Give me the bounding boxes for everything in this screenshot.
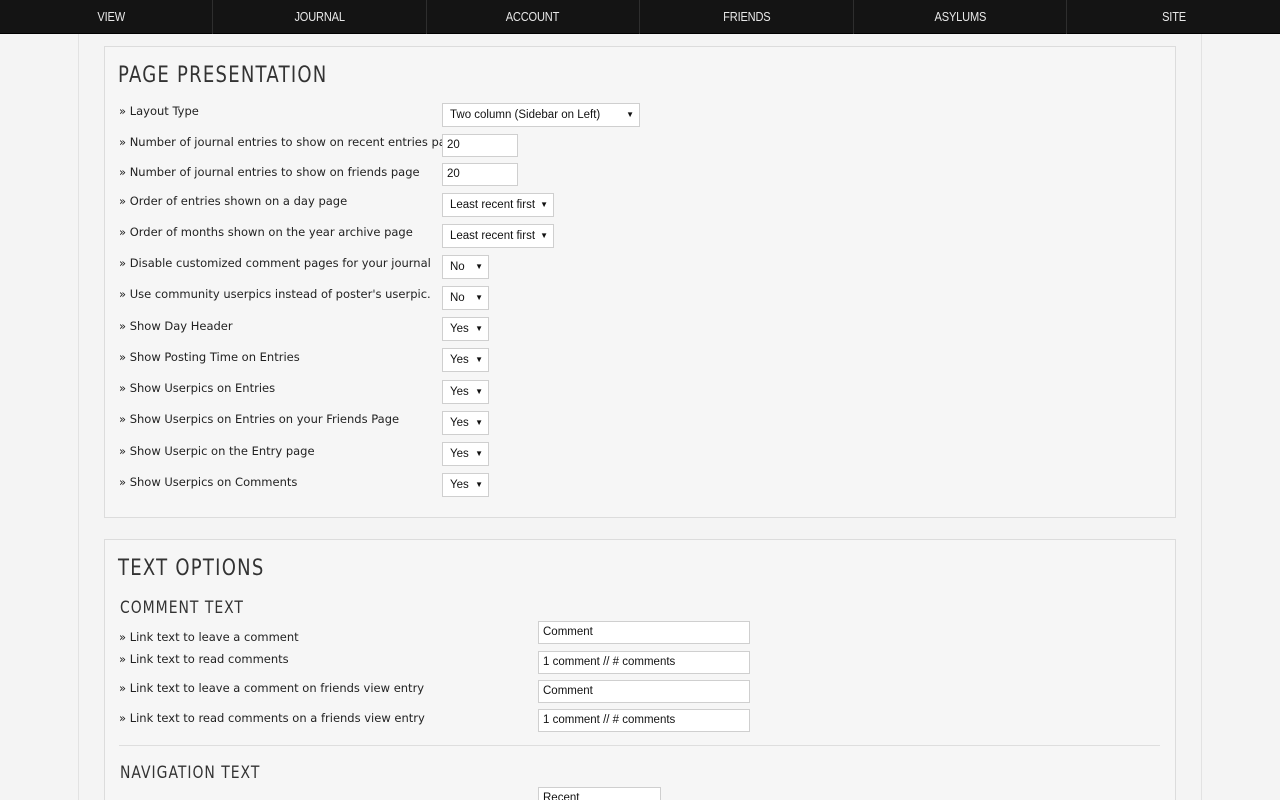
show-userpic-entry-page-value: Yes [450, 448, 469, 460]
show-day-header-value: Yes [450, 323, 469, 335]
nav-friends-label: FRIENDS [722, 9, 771, 24]
year-archive-order-value: Least recent first [450, 230, 536, 242]
show-userpic-entry-page-label: » Show Userpic on the Entry page [119, 444, 315, 458]
nav-asylums-label: ASYLUMS [934, 9, 986, 24]
nav-view[interactable]: VIEW [0, 0, 213, 34]
nav-asylums[interactable]: ASYLUMS [854, 0, 1068, 34]
show-userpics-comments-select[interactable]: Yes ▼ [442, 473, 489, 497]
chevron-down-icon: ▼ [475, 449, 483, 458]
nav-account[interactable]: ACCOUNT [427, 0, 641, 34]
nav-site-label: SITE [1161, 9, 1186, 24]
show-posting-time-value: Yes [450, 354, 469, 366]
day-order-select[interactable]: Least recent first ▼ [442, 193, 554, 217]
show-userpics-friends-value: Yes [450, 417, 469, 429]
friends-read-comments-label: » Link text to read comments on a friend… [119, 711, 425, 725]
show-day-header-label: » Show Day Header [119, 319, 233, 333]
year-archive-order-label: » Order of months shown on the year arch… [119, 225, 413, 239]
nav-friends[interactable]: FRIENDS [640, 0, 854, 34]
recent-entries-count-input[interactable]: 20 [442, 134, 518, 157]
chevron-down-icon: ▼ [540, 200, 548, 209]
nav-view-label: VIEW [97, 9, 126, 24]
show-userpics-friends-label: » Show Userpics on Entries on your Frien… [119, 412, 400, 426]
layout-type-value: Two column (Sidebar on Left) [450, 109, 601, 121]
disable-comment-pages-select[interactable]: No ▼ [442, 255, 489, 279]
chevron-down-icon: ▼ [475, 355, 483, 364]
nav-account-label: ACCOUNT [506, 9, 560, 24]
community-userpics-label: » Use community userpics instead of post… [119, 287, 431, 301]
show-userpics-entries-label: » Show Userpics on Entries [119, 381, 276, 395]
day-order-label: » Order of entries shown on a day page [119, 194, 348, 208]
nav-journal[interactable]: JOURNAL [213, 0, 427, 34]
text-options-title: TEXT OPTIONS [118, 556, 265, 581]
community-userpics-select[interactable]: No ▼ [442, 286, 489, 310]
community-userpics-value: No [450, 292, 465, 304]
friends-leave-comment-input[interactable]: Comment [538, 680, 750, 703]
chevron-down-icon: ▼ [475, 262, 483, 271]
section-divider [119, 745, 1160, 746]
layout-type-label: » Layout Type [119, 104, 199, 118]
show-userpic-entry-page-select[interactable]: Yes ▼ [442, 442, 489, 466]
page-presentation-title: PAGE PRESENTATION [118, 63, 328, 88]
leave-comment-label: » Link text to leave a comment [119, 630, 299, 644]
show-posting-time-label: » Show Posting Time on Entries [119, 350, 300, 364]
chevron-down-icon: ▼ [475, 324, 483, 333]
chevron-down-icon: ▼ [475, 480, 483, 489]
day-order-value: Least recent first [450, 199, 536, 211]
show-userpics-comments-value: Yes [450, 479, 469, 491]
show-posting-time-select[interactable]: Yes ▼ [442, 348, 489, 372]
disable-comment-pages-value: No [450, 261, 465, 273]
show-userpics-friends-select[interactable]: Yes ▼ [442, 411, 489, 435]
chevron-down-icon: ▼ [626, 110, 634, 119]
layout-type-select[interactable]: Two column (Sidebar on Left) ▼ [442, 103, 640, 127]
friends-read-comments-input[interactable]: 1 comment // # comments [538, 709, 750, 732]
read-comments-label: » Link text to read comments [119, 652, 289, 666]
comment-text-heading: COMMENT TEXT [120, 598, 244, 618]
disable-comment-pages-label: » Disable customized comment pages for y… [119, 256, 431, 270]
chevron-down-icon: ▼ [475, 387, 483, 396]
friends-entries-count-input[interactable]: 20 [442, 163, 518, 186]
show-userpics-comments-label: » Show Userpics on Comments [119, 475, 298, 489]
nav-journal-label: JOURNAL [294, 9, 345, 24]
show-userpics-entries-select[interactable]: Yes ▼ [442, 380, 489, 404]
year-archive-order-select[interactable]: Least recent first ▼ [442, 224, 554, 248]
navigation-text-heading: NAVIGATION TEXT [120, 763, 261, 783]
chevron-down-icon: ▼ [540, 231, 548, 240]
read-comments-input[interactable]: 1 comment // # comments [538, 651, 750, 674]
friends-leave-comment-label: » Link text to leave a comment on friend… [119, 681, 425, 695]
show-day-header-select[interactable]: Yes ▼ [442, 317, 489, 341]
friends-entries-count-label: » Number of journal entries to show on f… [119, 165, 420, 179]
top-navigation: VIEW JOURNAL ACCOUNT FRIENDS ASYLUMS SIT… [0, 0, 1280, 34]
recent-entries-count-label: » Number of journal entries to show on r… [119, 135, 461, 149]
show-userpics-entries-value: Yes [450, 386, 469, 398]
nav-site[interactable]: SITE [1067, 0, 1280, 34]
recent-entries-link-input[interactable]: Recent [538, 787, 661, 800]
chevron-down-icon: ▼ [475, 293, 483, 302]
leave-comment-input[interactable]: Comment [538, 621, 750, 644]
chevron-down-icon: ▼ [475, 418, 483, 427]
